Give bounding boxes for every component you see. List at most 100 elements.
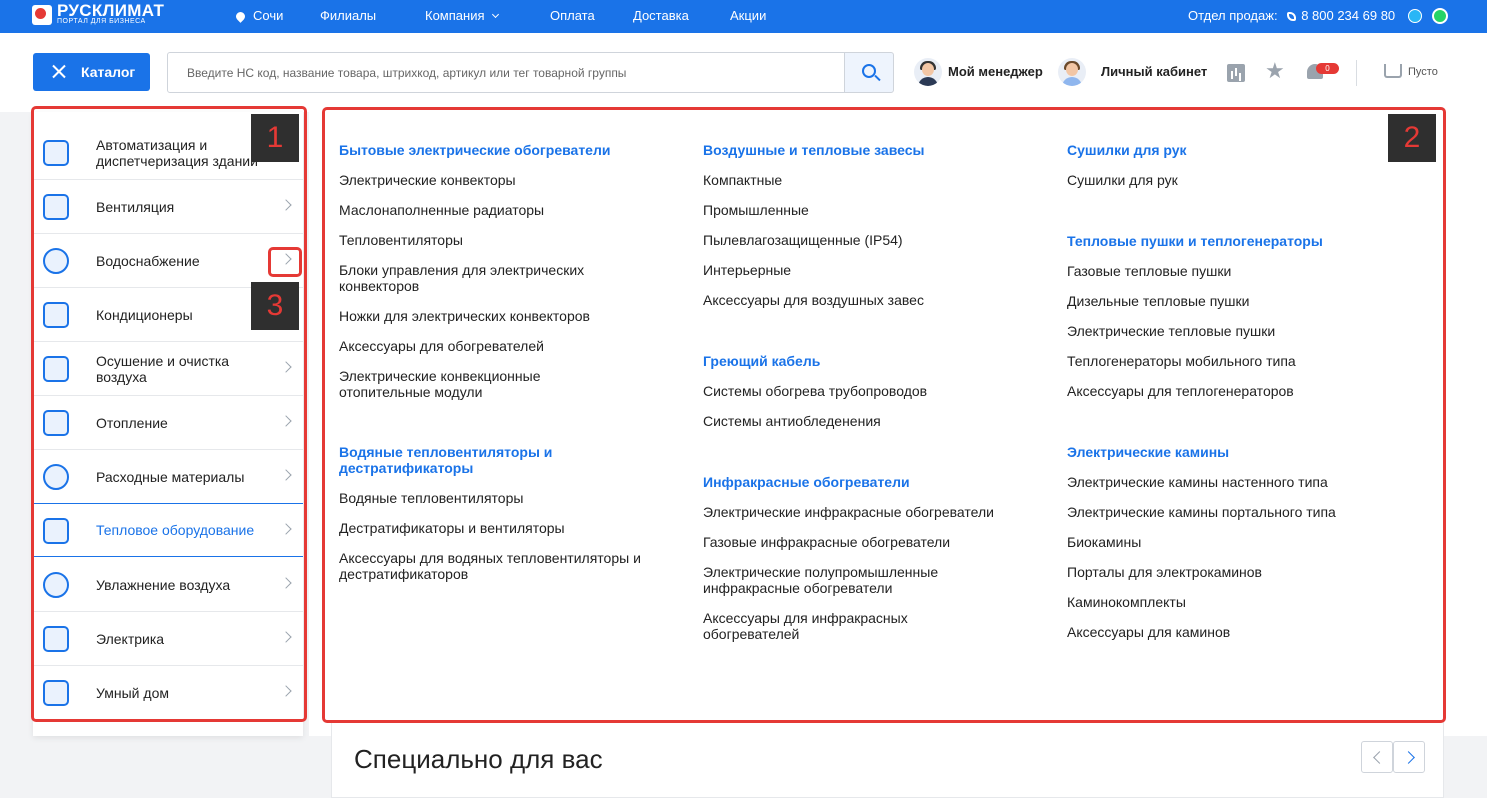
account-avatar[interactable] (1058, 58, 1086, 86)
category-title[interactable]: Инфракрасные обогреватели (703, 474, 1023, 490)
compare-chart-icon[interactable] (1227, 64, 1245, 82)
category-title[interactable]: Сушилки для рук (1067, 142, 1387, 158)
subcategory-link[interactable]: Электрические камины портального типа (1067, 504, 1387, 520)
gear-icon (43, 464, 69, 490)
subcategory-link[interactable]: Тепловентиляторы (339, 232, 659, 248)
sidebar-item-heating[interactable]: Отопление (33, 396, 303, 450)
submenu-column-1: Бытовые электрические обогреватели Элект… (339, 142, 659, 582)
subcategory-link[interactable]: Электрические камины настенного типа (1067, 474, 1387, 490)
subcategory-link[interactable]: Аксессуары для обогревателей (339, 338, 659, 354)
subcategory-link[interactable]: Системы антиобледенения (703, 413, 1023, 429)
sidebar-item-ventilation[interactable]: Вентиляция (33, 180, 303, 234)
subcategory-link[interactable]: Теплогенераторы мобильного типа (1067, 353, 1387, 369)
whatsapp-icon[interactable] (1432, 8, 1448, 24)
catalog-button[interactable]: Каталог (33, 53, 150, 91)
phone-icon (1287, 12, 1297, 22)
chevron-right-icon (280, 199, 292, 211)
nav-payment[interactable]: Оплата (550, 8, 595, 23)
chevron-right-icon (280, 361, 292, 373)
humidifier-icon (43, 572, 69, 598)
search-input[interactable] (167, 52, 845, 93)
subcategory-link[interactable]: Аксессуары для инфракрасных обогревателе… (703, 610, 943, 642)
sidebar-item-label: Водоснабжение (96, 252, 200, 269)
sidebar-item-label: Кондиционеры (96, 306, 193, 323)
carousel-next-button[interactable] (1393, 741, 1425, 773)
account-link[interactable]: Личный кабинет (1101, 64, 1207, 79)
catalog-sidebar: Автоматизация и диспетчеризация зданий В… (33, 112, 303, 736)
subcategory-link[interactable]: Промышленные (703, 202, 1023, 218)
sidebar-item-label: Расходные материалы (96, 468, 245, 485)
special-offers-section: Специально для вас (331, 721, 1444, 798)
subcategory-link[interactable]: Порталы для электрокаминов (1067, 564, 1387, 580)
category-title[interactable]: Воздушные и тепловые завесы (703, 142, 1023, 158)
subcategory-link[interactable]: Сушилки для рук (1067, 172, 1387, 188)
subcategory-link[interactable]: Маслонаполненные радиаторы (339, 202, 659, 218)
category-title[interactable]: Тепловые пушки и теплогенераторы (1067, 233, 1387, 249)
subcategory-link[interactable]: Системы обогрева трубопроводов (703, 383, 1023, 399)
carousel-prev-button[interactable] (1361, 741, 1393, 773)
catalog-submenu-panel: Бытовые электрические обогреватели Элект… (309, 112, 1487, 736)
nav-company[interactable]: Компания (425, 8, 485, 23)
chevron-right-icon[interactable] (280, 253, 292, 265)
subcategory-link[interactable]: Интерьерные (703, 262, 1023, 278)
sidebar-item-water-supply[interactable]: Водоснабжение (33, 234, 303, 288)
category-title[interactable]: Электрические камины (1067, 444, 1387, 460)
cart-status[interactable]: Пусто (1408, 66, 1438, 78)
category-title[interactable]: Бытовые электрические обогреватели (339, 142, 659, 158)
sidebar-item-smart-home[interactable]: Умный дом (33, 666, 303, 720)
nav-branches[interactable]: Филиалы (320, 8, 376, 23)
subcategory-link[interactable]: Электрические конвекционные отопительные… (339, 368, 579, 400)
sidebar-item-dehumidification[interactable]: Осушение и очистка воздуха (33, 342, 303, 396)
submenu-column-2: Воздушные и тепловые завесы Компактные П… (703, 142, 1023, 642)
subcategory-link[interactable]: Водяные тепловентиляторы (339, 490, 659, 506)
subcategory-link[interactable]: Электрические полупромышленные инфракрас… (703, 564, 963, 596)
subcategory-link[interactable]: Дизельные тепловые пушки (1067, 293, 1387, 309)
category-title[interactable]: Водяные тепловентиляторы и дестратификат… (339, 444, 579, 476)
faucet-icon (43, 248, 69, 274)
subcategory-link[interactable]: Пылевлагозащищенные (IP54) (703, 232, 1023, 248)
subcategory-link[interactable]: Электрические тепловые пушки (1067, 323, 1387, 339)
subcategory-link[interactable]: Каминокомплекты (1067, 594, 1387, 610)
sidebar-item-label: Отопление (96, 414, 168, 431)
favorites-star-icon[interactable]: ★ (1265, 60, 1285, 82)
cart-icon[interactable] (1384, 64, 1402, 78)
phone-number[interactable]: 8 800 234 69 80 (1301, 8, 1395, 23)
nav-promotions[interactable]: Акции (730, 8, 766, 23)
divider (1356, 60, 1357, 86)
logo[interactable]: РУСКЛИМАТ ПОРТАЛ ДЛЯ БИЗНЕСА (32, 2, 164, 26)
sidebar-item-consumables[interactable]: Расходные материалы (33, 450, 303, 504)
subcategory-link[interactable]: Ножки для электрических конвекторов (339, 308, 659, 324)
sidebar-item-electrics[interactable]: Электрика (33, 612, 303, 666)
my-manager-link[interactable]: Мой менеджер (948, 64, 1043, 79)
sidebar-item-humidification[interactable]: Увлажнение воздуха (33, 558, 303, 612)
subcategory-link[interactable]: Дестратификаторы и вентиляторы (339, 520, 659, 536)
city-selector[interactable]: Сочи (234, 0, 283, 33)
subcategory-link[interactable]: Газовые тепловые пушки (1067, 263, 1387, 279)
subcategory-link[interactable]: Аксессуары для теплогенераторов (1067, 383, 1387, 399)
subcategory-link[interactable]: Электрические инфракрасные обогреватели (703, 504, 1023, 520)
annotation-label-2: 2 (1388, 114, 1436, 162)
category-title[interactable]: Греющий кабель (703, 353, 1023, 369)
subcategory-link[interactable]: Блоки управления для электрических конве… (339, 262, 619, 294)
sidebar-item-label: Электрика (96, 630, 165, 647)
smart-home-icon (43, 680, 69, 706)
automation-icon (43, 140, 69, 166)
manager-avatar[interactable] (914, 58, 942, 86)
subcategory-link[interactable]: Газовые инфракрасные обогреватели (703, 534, 1023, 550)
chevron-right-icon (280, 469, 292, 481)
subcategory-link[interactable]: Аксессуары для воздушных завес (703, 292, 1023, 308)
subcategory-link[interactable]: Компактные (703, 172, 1023, 188)
subcategory-link[interactable]: Биокамины (1067, 534, 1387, 550)
sidebar-item-label: Автоматизация и диспетчеризация зданий (96, 136, 258, 169)
telegram-icon[interactable] (1408, 9, 1422, 23)
subcategory-link[interactable]: Аксессуары для водяных тепловентиляторы … (339, 550, 659, 582)
sales-dept-label: Отдел продаж: (1188, 8, 1278, 23)
subcategory-link[interactable]: Аксессуары для каминов (1067, 624, 1387, 640)
search-button[interactable] (844, 52, 894, 93)
nav-delivery[interactable]: Доставка (633, 8, 689, 23)
chevron-right-icon (280, 415, 292, 427)
subcategory-link[interactable]: Электрические конвекторы (339, 172, 659, 188)
chevron-right-icon (280, 523, 292, 535)
close-icon (51, 64, 66, 79)
sidebar-item-heat-equipment[interactable]: Тепловое оборудование (33, 503, 303, 557)
